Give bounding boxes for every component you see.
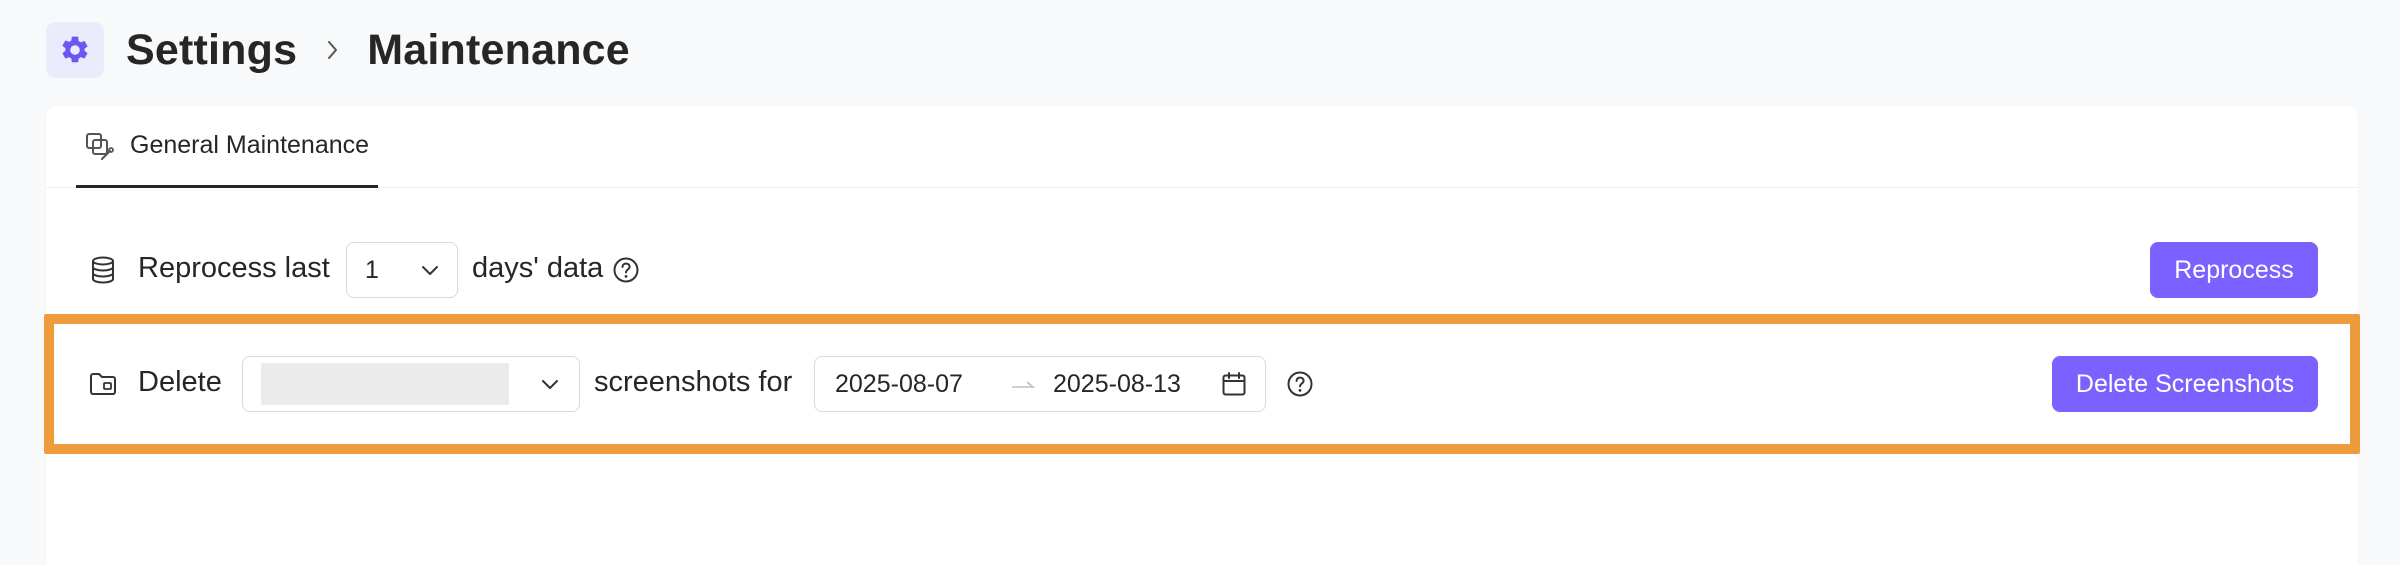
tab-general-maintenance[interactable]: General Maintenance [76,106,378,188]
days-select[interactable]: 1 [346,242,458,298]
screenshot-type-select[interactable] [242,356,580,412]
days-select-value: 1 [365,255,379,284]
breadcrumb-chevron-icon [325,39,341,61]
tab-label: General Maintenance [130,131,370,159]
chevron-down-icon [542,380,558,389]
select-placeholder [261,363,509,405]
reprocess-row: Reprocess last 1 days' data Reprocess [46,242,2358,298]
reprocess-suffix: days' data [472,252,604,284]
breadcrumb-current: Maintenance [367,25,630,74]
page-title[interactable]: Settings [126,26,297,75]
date-range-picker[interactable]: 2025-08-07 2025-08-13 [814,356,1266,412]
delete-prefix: Delete [138,366,222,398]
database-icon [89,256,117,284]
end-date-input[interactable]: 2025-08-13 [1053,370,1181,399]
maintenance-tools-icon [86,132,114,160]
gear-icon [62,36,88,63]
arrow-right-icon [1012,381,1035,388]
question-circle-icon[interactable] [612,256,640,284]
start-date-input[interactable]: 2025-08-07 [835,370,963,399]
chevron-down-icon [422,266,438,275]
reprocess-prefix: Reprocess last [138,252,330,284]
settings-badge [46,22,104,78]
calendar-icon[interactable] [1221,371,1247,397]
question-circle-icon[interactable] [1286,370,1314,398]
page-header: Settings Maintenance [46,22,630,78]
maintenance-card: General Maintenance Reprocess last 1 day… [46,106,2358,565]
reprocess-button[interactable]: Reprocess [2150,242,2318,298]
tab-bar: General Maintenance [46,106,2358,188]
folder-icon [89,370,117,398]
delete-middle-text: screenshots for [594,366,793,398]
delete-row: Delete screenshots for 2025-08-07 2025-0… [46,356,2358,412]
delete-screenshots-button[interactable]: Delete Screenshots [2052,356,2318,412]
